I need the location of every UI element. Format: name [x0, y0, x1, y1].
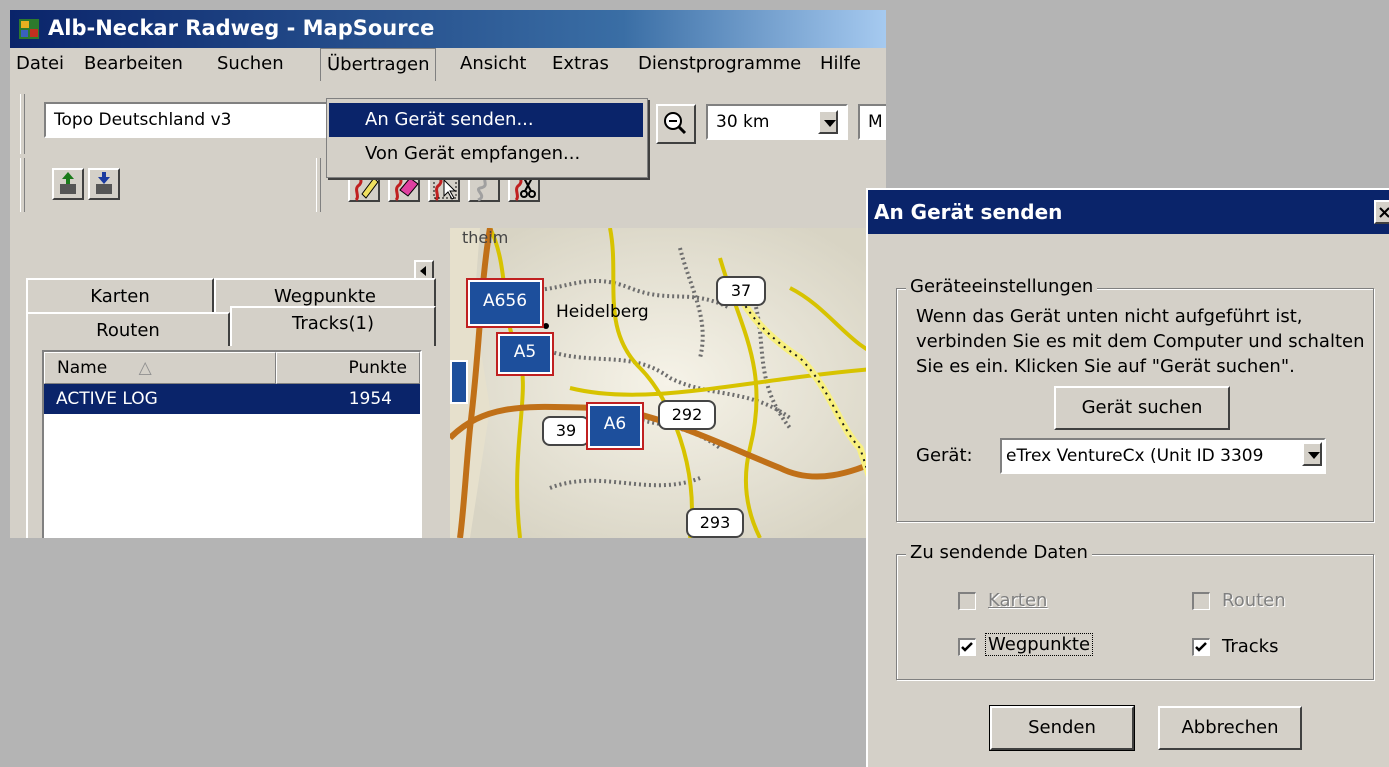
- zoom-dropdown-button[interactable]: [818, 110, 838, 134]
- left-panel: Karten Wegpunkte Routen Tracks(1) Name △…: [22, 228, 436, 538]
- window-title: Alb-Neckar Radweg - MapSource: [48, 16, 435, 40]
- menu-an-geraet-senden[interactable]: An Gerät senden...: [329, 103, 643, 137]
- settings-help-line-2: verbinden Sie es mit dem Computer und sc…: [916, 331, 1365, 352]
- checkmark-icon: [961, 642, 973, 652]
- product-select[interactable]: Topo Deutschland v3: [44, 102, 334, 138]
- map-canvas: [450, 228, 886, 538]
- menu-suchen[interactable]: Suchen: [211, 48, 290, 80]
- checkbox-tracks-label: Tracks: [1222, 636, 1279, 657]
- checkbox-karten-label: Karten: [988, 590, 1048, 611]
- tab-tracks[interactable]: Tracks(1): [230, 306, 436, 346]
- device-label: Gerät:: [916, 445, 973, 466]
- column-header-name-label: Name: [57, 358, 108, 378]
- map-label-37: 37: [716, 276, 766, 306]
- checkbox-wegpunkte[interactable]: [958, 638, 976, 656]
- checkmark-icon: [1195, 642, 1207, 652]
- tab-routen[interactable]: Routen: [26, 312, 230, 346]
- dialog-title-bar: An Gerät senden: [868, 190, 1389, 234]
- column-header-name[interactable]: Name △: [44, 352, 276, 384]
- checkbox-wegpunkte-label: Wegpunkte: [984, 633, 1094, 656]
- map-label-39: 39: [542, 416, 590, 446]
- device-dropdown-button[interactable]: [1302, 442, 1322, 466]
- map-label-293: 293: [686, 508, 744, 538]
- send-to-device-button[interactable]: [88, 168, 120, 200]
- sort-arrow-icon: △: [138, 358, 152, 378]
- settings-help-line-1: Wenn das Gerät unten nicht aufgeführt is…: [916, 306, 1303, 327]
- zoom-level-value: 30 km: [716, 112, 770, 132]
- map-label-292: 292: [658, 400, 716, 430]
- checkbox-routen-label: Routen: [1222, 590, 1286, 611]
- column-header-punkte[interactable]: Punkte: [276, 352, 420, 384]
- table-row[interactable]: ACTIVE LOG 1954: [44, 384, 420, 414]
- map-label-a5: A5: [496, 332, 554, 376]
- receive-from-device-button[interactable]: [52, 168, 84, 200]
- menu-von-geraet-empfangen[interactable]: Von Gerät empfangen...: [329, 137, 643, 171]
- tab-karten[interactable]: Karten: [26, 278, 214, 312]
- map-label-heidelberg: Heidelberg: [556, 302, 649, 322]
- device-select-value: eTrex VentureCx (Unit ID 3309: [1006, 446, 1264, 466]
- map-label-a656: A656: [466, 278, 544, 328]
- map-view[interactable]: theim A656 Heidelberg A5 37 39 A6 292 29…: [450, 228, 886, 538]
- menu-bearbeiten[interactable]: Bearbeiten: [78, 48, 189, 80]
- zoom-out-button[interactable]: [656, 104, 696, 144]
- upload-device-icon: [60, 172, 76, 194]
- send-to-device-dialog: An Gerät senden Geräteeinstellungen Wenn…: [866, 188, 1389, 767]
- device-select[interactable]: eTrex VentureCx (Unit ID 3309: [1000, 438, 1326, 474]
- device-settings-legend: Geräteeinstellungen: [906, 276, 1098, 297]
- checkbox-karten[interactable]: [958, 592, 976, 610]
- track-list[interactable]: Name △ Punkte ACTIVE LOG 1954: [42, 350, 422, 538]
- uebertragen-menu: An Gerät senden... Von Gerät empfangen..…: [326, 98, 648, 178]
- menu-ansicht[interactable]: Ansicht: [454, 48, 532, 80]
- find-device-button[interactable]: Gerät suchen: [1054, 386, 1230, 430]
- menu-hilfe[interactable]: Hilfe: [814, 48, 867, 80]
- send-button[interactable]: Senden: [989, 705, 1135, 751]
- mapsource-window: Alb-Neckar Radweg - MapSource Datei Bear…: [10, 10, 886, 538]
- map-label-edge: theim: [462, 228, 509, 247]
- track-points: 1954: [348, 389, 392, 409]
- map-label-a6: A6: [586, 402, 644, 450]
- zoom-out-icon: [664, 112, 687, 135]
- menu-extras[interactable]: Extras: [546, 48, 615, 80]
- data-to-send-legend: Zu sendende Daten: [906, 542, 1092, 563]
- map-shield-partial: [450, 360, 468, 404]
- close-icon: [1379, 207, 1389, 218]
- toolbar-grip-2[interactable]: [20, 158, 25, 212]
- data-to-send-group: [896, 554, 1374, 680]
- menu-datei[interactable]: Datei: [10, 48, 70, 80]
- download-device-icon: [96, 172, 112, 194]
- checkbox-routen[interactable]: [1192, 592, 1210, 610]
- checkbox-tracks[interactable]: [1192, 638, 1210, 656]
- toolbar-grip-3[interactable]: [316, 158, 321, 212]
- track-name: ACTIVE LOG: [56, 389, 158, 409]
- menu-dienstprogramme[interactable]: Dienstprogramme: [632, 48, 807, 80]
- cancel-button[interactable]: Abbrechen: [1158, 706, 1302, 750]
- settings-help-line-3: Sie es ein. Klicken Sie auf "Gerät suche…: [916, 356, 1295, 377]
- dialog-title: An Gerät senden: [874, 200, 1063, 224]
- title-bar: Alb-Neckar Radweg - MapSource: [10, 10, 886, 48]
- menu-uebertragen[interactable]: Übertragen: [320, 48, 437, 81]
- menu-bar: Datei Bearbeiten Suchen Übertragen Ansic…: [10, 48, 886, 81]
- mapsource-app-icon: [18, 18, 40, 40]
- dialog-close-button[interactable]: [1374, 200, 1389, 224]
- map-mode-select[interactable]: M: [858, 104, 886, 140]
- toolbar-grip[interactable]: [20, 94, 25, 154]
